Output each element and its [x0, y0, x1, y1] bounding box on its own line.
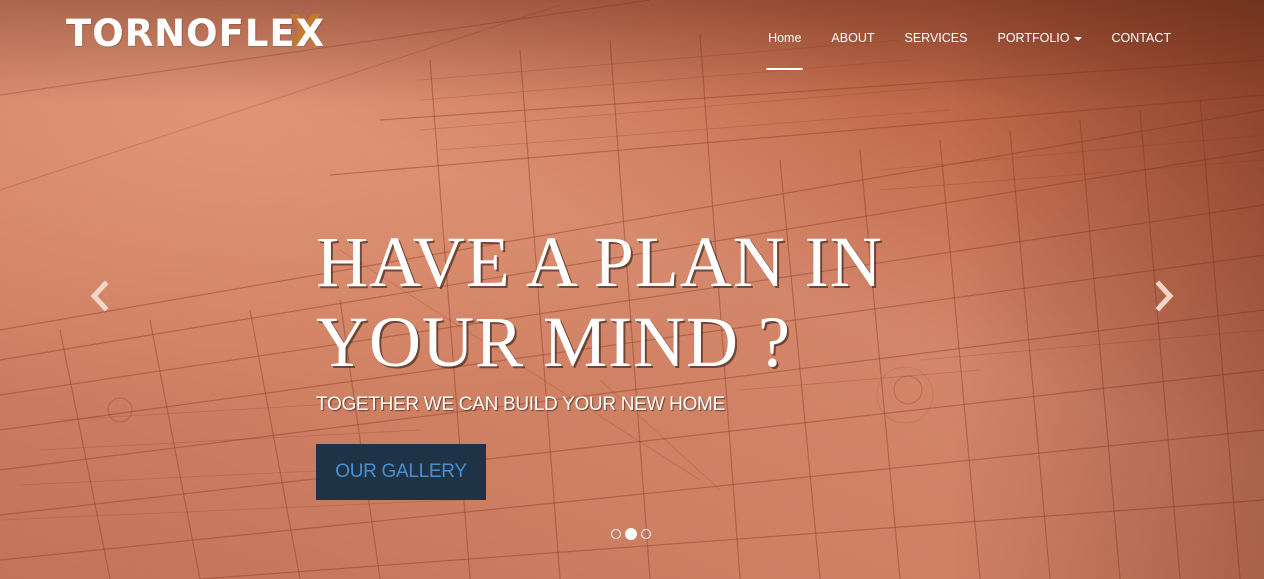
our-gallery-button[interactable]: OUR GALLERY: [316, 444, 486, 500]
carousel-indicator-2[interactable]: [625, 528, 637, 540]
slide-caption: HAVE A PLAN IN YOUR MIND ? TOGETHER WE C…: [316, 222, 956, 416]
carousel-indicator-3[interactable]: [641, 529, 651, 539]
brand-logo[interactable]: X TORNOFLEX: [66, 6, 328, 57]
nav-home[interactable]: Home: [753, 26, 816, 70]
slide-headline: HAVE A PLAN IN YOUR MIND ?: [316, 222, 956, 382]
chevron-right-icon: [1155, 280, 1174, 312]
carousel-next-button[interactable]: [1150, 278, 1180, 314]
chevron-left-icon: [90, 280, 109, 312]
carousel-indicators: [611, 528, 651, 540]
headline-line-2: YOUR MIND ?: [316, 302, 791, 382]
headline-line-1: HAVE A PLAN IN: [316, 222, 883, 302]
caret-down-icon: [1073, 36, 1082, 41]
nav-portfolio[interactable]: PORTFOLIO: [982, 26, 1096, 50]
hero-carousel: X TORNOFLEX Home ABOUT SERVICES PORTFOLI…: [0, 0, 1264, 579]
nav-portfolio-label: PORTFOLIO: [997, 31, 1070, 45]
nav-services[interactable]: SERVICES: [889, 26, 982, 50]
brand-name: TORNOFLEX: [66, 12, 326, 55]
nav-about[interactable]: ABOUT: [816, 26, 889, 50]
main-nav: Home ABOUT SERVICES PORTFOLIO CONTACT: [753, 26, 1187, 70]
nav-contact[interactable]: CONTACT: [1097, 26, 1187, 50]
carousel-indicator-1[interactable]: [611, 529, 621, 539]
carousel-prev-button[interactable]: [84, 278, 114, 314]
slide-subheadline: TOGETHER WE CAN BUILD YOUR NEW HOME: [316, 394, 725, 415]
